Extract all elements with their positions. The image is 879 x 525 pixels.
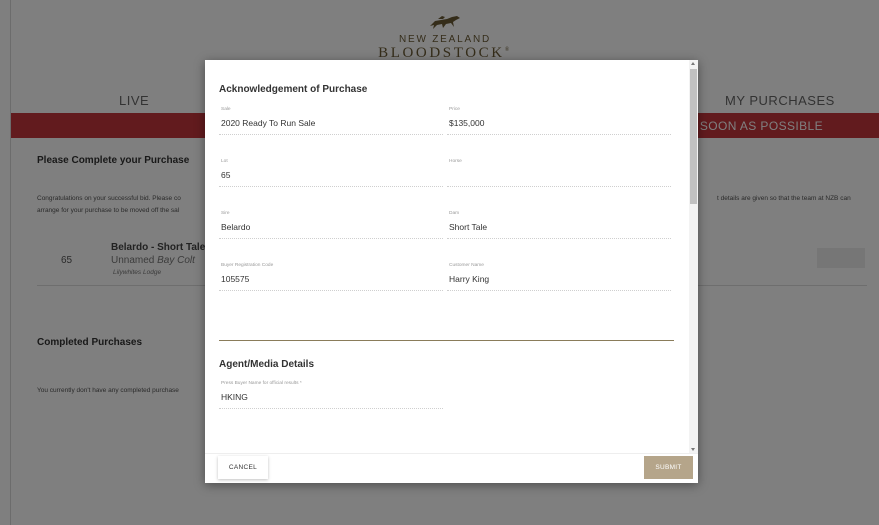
modal-scrollbar[interactable] bbox=[689, 60, 698, 453]
dam-label: Dam bbox=[449, 211, 460, 216]
customer-name-label: Customer Name bbox=[449, 263, 484, 268]
sale-label: Sale bbox=[221, 107, 231, 112]
lot-label: Lot bbox=[221, 159, 228, 164]
chevron-up-icon[interactable] bbox=[691, 62, 695, 65]
customer-name-field: Customer Name Harry King bbox=[447, 263, 671, 291]
dam-field: Dam Short Tale bbox=[447, 211, 671, 239]
cancel-button[interactable]: CANCEL bbox=[218, 456, 268, 479]
section-divider bbox=[219, 340, 674, 341]
agent-media-title: Agent/Media Details bbox=[219, 359, 315, 370]
price-value: $135,000 bbox=[449, 118, 485, 128]
chevron-down-icon[interactable] bbox=[691, 448, 695, 451]
sire-label: Sire bbox=[221, 211, 230, 216]
scrollbar-thumb[interactable] bbox=[690, 69, 697, 204]
sire-value: Belardo bbox=[221, 222, 251, 232]
sale-value: 2020 Ready To Run Sale bbox=[221, 118, 316, 128]
press-buyer-label: Press Buyer Name for official results * bbox=[221, 381, 302, 386]
press-buyer-input[interactable]: HKING bbox=[221, 392, 248, 402]
price-label: Price bbox=[449, 107, 460, 112]
submit-button[interactable]: SUBMIT bbox=[644, 456, 693, 479]
buyer-registration-field: Buyer Registration Code 105575 bbox=[219, 263, 443, 291]
price-field: Price $135,000 bbox=[447, 107, 671, 135]
buyer-registration-label: Buyer Registration Code bbox=[221, 263, 274, 268]
horse-label: Horse bbox=[449, 159, 462, 164]
horse-field: Horse bbox=[447, 159, 671, 187]
lot-value: 65 bbox=[221, 170, 231, 180]
press-buyer-field[interactable]: Press Buyer Name for official results * … bbox=[219, 381, 443, 409]
modal-body: Acknowledgement of Purchase Sale 2020 Re… bbox=[205, 60, 688, 453]
modal-footer: CANCEL SUBMIT bbox=[205, 453, 698, 483]
buyer-registration-value: 105575 bbox=[221, 274, 250, 284]
lot-field: Lot 65 bbox=[219, 159, 443, 187]
acknowledgement-title: Acknowledgement of Purchase bbox=[219, 84, 368, 95]
sire-field: Sire Belardo bbox=[219, 211, 443, 239]
dam-value: Short Tale bbox=[449, 222, 488, 232]
acknowledgement-modal: Acknowledgement of Purchase Sale 2020 Re… bbox=[205, 60, 698, 483]
customer-name-value: Harry King bbox=[449, 274, 490, 284]
sale-field: Sale 2020 Ready To Run Sale bbox=[219, 107, 443, 135]
